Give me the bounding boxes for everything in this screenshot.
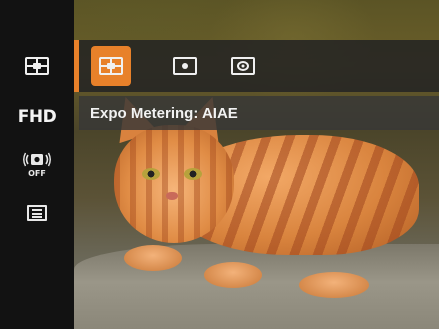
option-center-weighted-metering[interactable] [223, 46, 263, 86]
sidebar-item-video-quality[interactable]: FHD [0, 100, 74, 134]
side-menu: FHD OFF [0, 0, 74, 329]
sidebar-item-menu[interactable] [0, 196, 74, 230]
cat-head [114, 125, 234, 243]
cat-paw [204, 262, 262, 288]
stabilization-off-text: OFF [28, 169, 46, 178]
ai-metering-icon [25, 57, 49, 75]
cat-eye-right [184, 168, 202, 180]
spot-metering-icon [173, 57, 197, 75]
setting-caption: Expo Metering: AIAE [90, 104, 238, 122]
option-ai-metering[interactable] [91, 46, 131, 86]
image-stabilization-off-icon: OFF [22, 148, 52, 178]
cat-paw [299, 272, 369, 298]
ai-metering-icon [99, 57, 123, 75]
cat-nose [166, 192, 178, 200]
center-weighted-metering-icon [231, 57, 255, 75]
cat-eye-left [142, 168, 160, 180]
sidebar-item-metering[interactable] [0, 49, 74, 83]
metering-option-bar [79, 40, 439, 92]
fhd-label: FHD [17, 107, 57, 127]
caption-bar: Expo Metering: AIAE [79, 96, 439, 130]
cat-paw [124, 245, 182, 271]
camera-screen: FHD OFF Expo Metering: AIAE [0, 0, 439, 329]
option-spot-metering[interactable] [165, 46, 205, 86]
menu-list-icon [27, 205, 47, 221]
sidebar-item-stabilization[interactable]: OFF [0, 146, 74, 180]
